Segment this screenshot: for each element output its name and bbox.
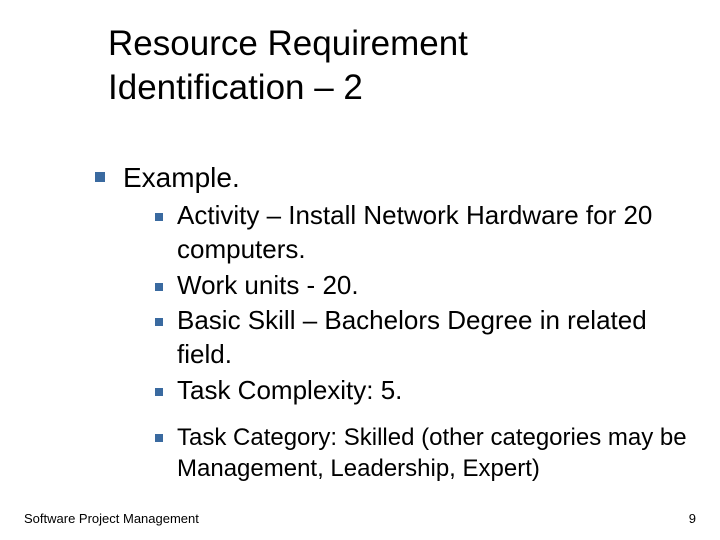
slide-body: Example. Activity – Install Network Hard… — [95, 160, 695, 486]
list-item: Example. — [95, 160, 695, 195]
list-item-text: Work units - 20. — [177, 269, 359, 303]
slide-title: Resource Requirement Identification – 2 — [108, 22, 668, 110]
list-item: Work units - 20. — [155, 269, 695, 303]
page-number: 9 — [689, 511, 696, 526]
list-item-text: Task Complexity: 5. — [177, 374, 402, 408]
sublist: Activity – Install Network Hardware for … — [155, 199, 695, 484]
list-item-text: Example. — [123, 160, 240, 195]
footer-text: Software Project Management — [24, 511, 199, 526]
list-item-text: Task Category: Skilled (other categories… — [177, 422, 695, 484]
square-bullet-icon — [155, 434, 163, 442]
square-bullet-icon — [155, 318, 163, 326]
list-item: Basic Skill – Bachelors Degree in relate… — [155, 304, 695, 372]
square-bullet-icon — [155, 388, 163, 396]
slide: Resource Requirement Identification – 2 … — [0, 0, 720, 540]
square-bullet-icon — [95, 172, 105, 182]
square-bullet-icon — [155, 213, 163, 221]
list-item: Task Complexity: 5. — [155, 374, 695, 408]
square-bullet-icon — [155, 283, 163, 291]
list-item-text: Activity – Install Network Hardware for … — [177, 199, 695, 267]
list-item-text: Basic Skill – Bachelors Degree in relate… — [177, 304, 695, 372]
list-item: Activity – Install Network Hardware for … — [155, 199, 695, 267]
list-item: Task Category: Skilled (other categories… — [155, 422, 695, 484]
